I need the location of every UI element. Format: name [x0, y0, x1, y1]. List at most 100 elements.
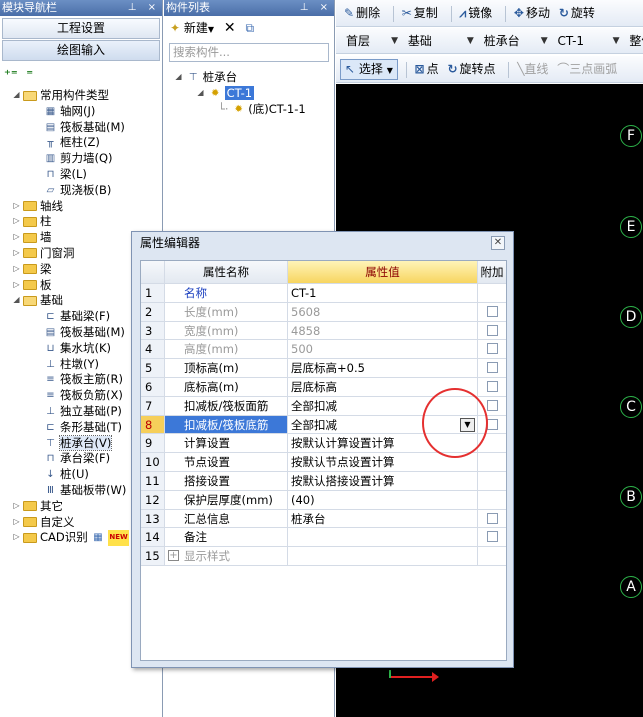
tree-folder[interactable]: ▷ 柱	[0, 214, 162, 230]
type-select[interactable]: 桩承台 ▼	[478, 31, 548, 51]
expand-icon[interactable]: ▷	[12, 501, 21, 511]
collapse-icon[interactable]: ◢	[196, 88, 205, 98]
cursor-icon: ↖	[345, 62, 356, 76]
component-tree-item[interactable]: ◢ ⊤ 桩承台	[174, 70, 332, 86]
collapse-icon[interactable]: ◢	[12, 296, 21, 305]
separator	[505, 5, 507, 22]
extra-checkbox[interactable]	[486, 362, 498, 374]
tree-item[interactable]: ▥ 剪力墙(Q)	[0, 151, 162, 167]
chevron-down-icon: ▼	[612, 36, 620, 46]
property-row[interactable]: 4 高度(mm) 500	[141, 340, 506, 360]
tree-item[interactable]: ▦ 轴网(J)	[0, 104, 162, 120]
tree-label: 条形基础(T)	[60, 419, 122, 434]
extra-checkbox[interactable]	[486, 381, 498, 392]
collapse-icon[interactable]: ◢	[174, 73, 183, 82]
component-tree-item[interactable]: └· ✹ (底)CT-1-1	[174, 102, 332, 118]
property-extra-cell	[478, 322, 506, 340]
category-select[interactable]: 基础 ▼	[402, 31, 474, 51]
new-icon[interactable]: ✦	[170, 21, 180, 35]
extra-checkbox[interactable]	[486, 305, 498, 317]
new-button[interactable]: 新建	[184, 21, 208, 35]
tree-item[interactable]: ╥ 框柱(Z)	[0, 135, 162, 151]
move-button[interactable]: ✥ 移动	[514, 0, 550, 26]
property-row[interactable]: 1 名称 CT-1	[141, 284, 506, 303]
collapse-all-icon[interactable]: ⁼	[26, 68, 33, 83]
tree-item[interactable]: ▤ 筏板基础(M)	[0, 120, 162, 136]
extra-checkbox[interactable]	[486, 418, 498, 430]
pile-cap-icon: ⊤	[46, 437, 55, 449]
expand-icon[interactable]: ▷	[12, 248, 21, 258]
tree-folder[interactable]: ◢ 常用构件类型	[0, 88, 162, 104]
arc-button[interactable]: ⌒三点画弧	[557, 56, 617, 82]
component-toolbar: ✦ 新建▼ ✕ ⧉	[164, 16, 334, 40]
expand-icon[interactable]: +	[168, 550, 179, 562]
extra-select[interactable]: 整体	[623, 31, 643, 51]
property-value-cell[interactable]: CT-1	[288, 284, 478, 302]
extra-checkbox[interactable]	[486, 531, 498, 543]
property-value-cell[interactable]: 500	[288, 340, 478, 359]
rotate-button[interactable]: ↻ 旋转	[559, 0, 595, 26]
property-row[interactable]: 11 搭接设置 按默认搭接设置计算	[141, 472, 506, 491]
pane-pin-close-icons[interactable]: ⊥ ×	[128, 0, 160, 16]
extra-checkbox[interactable]	[486, 512, 498, 524]
property-value-cell[interactable]: (40)	[288, 490, 478, 509]
expand-icon[interactable]: ▷	[12, 533, 21, 542]
select-button[interactable]: ↖ 选择 ▼	[340, 59, 398, 80]
project-settings-button[interactable]: 工程设置	[2, 18, 160, 39]
expand-icon[interactable]: ▷	[12, 217, 21, 226]
drawing-input-button[interactable]: 绘图输入	[2, 40, 160, 61]
property-row[interactable]: 5 顶标高(m) 层底标高+0.5	[141, 359, 506, 378]
property-row[interactable]: 13 汇总信息 桩承台	[141, 509, 506, 529]
extra-checkbox[interactable]	[486, 343, 498, 355]
property-value-cell[interactable]: 层底标高+0.5	[288, 359, 478, 377]
extra-checkbox[interactable]	[486, 324, 498, 336]
expand-icon[interactable]: ▷	[12, 201, 21, 211]
pile-cap-icon: ⊤	[188, 72, 198, 83]
chevron-down-icon: ▼	[540, 36, 548, 46]
copy-icon[interactable]: ⧉	[245, 21, 254, 35]
property-row[interactable]: 2 长度(mm) 5608	[141, 302, 506, 322]
property-value-cell[interactable]: 桩承台	[288, 509, 478, 528]
axis-label-e: E	[620, 216, 642, 238]
mirror-icon: ⩘	[459, 6, 467, 20]
pane-pin-close-icons[interactable]: ⊥ ×	[300, 0, 332, 16]
dialog-title-bar: 属性编辑器 ✕	[132, 232, 513, 254]
point-button[interactable]: ⊠ 点	[415, 56, 439, 82]
expand-all-icon[interactable]: ⁺⁼	[4, 68, 18, 83]
collapse-icon[interactable]: ◢	[12, 91, 21, 100]
line-button[interactable]: ╲直线	[517, 56, 548, 82]
property-value-cell[interactable]: 4858	[288, 321, 478, 340]
property-row[interactable]: 12 保护层厚度(mm) (40)	[141, 490, 506, 510]
component-tree-item[interactable]: ◢ ✹ CT-1	[174, 85, 332, 102]
expand-icon[interactable]: ▷	[12, 264, 21, 274]
property-row[interactable]: 15 + 显示样式	[141, 547, 506, 566]
row-index: 14	[141, 528, 165, 547]
floor-select[interactable]: 首层 ▼	[340, 31, 398, 51]
copy-button[interactable]: ✂ 复制	[402, 0, 438, 26]
delete-icon[interactable]: ✕	[224, 20, 236, 36]
property-value-cell[interactable]: 按默认搭接设置计算	[288, 472, 478, 490]
expand-icon[interactable]: ▷	[12, 280, 21, 290]
tree-item[interactable]: ⊓ 梁(L)	[0, 167, 162, 183]
close-button[interactable]: ✕	[491, 236, 505, 250]
extra-checkbox[interactable]	[486, 399, 498, 411]
column-icon: ╥	[47, 137, 54, 149]
expand-icon[interactable]: ▷	[12, 233, 21, 242]
chevron-down-icon[interactable]: ▼	[208, 25, 214, 34]
property-value-cell[interactable]	[288, 547, 478, 565]
property-row[interactable]: 3 宽度(mm) 4858	[141, 321, 506, 341]
tree-item[interactable]: ▱ 现浇板(B)	[0, 183, 162, 199]
expand-icon[interactable]: ▷	[12, 517, 21, 527]
tree-folder[interactable]: ▷ 轴线	[0, 199, 162, 215]
tree-label: 轴网(J)	[60, 103, 96, 118]
cad-icon: ▦	[93, 532, 103, 544]
component-select[interactable]: CT-1 ▼	[551, 31, 619, 51]
property-value-cell[interactable]: 5608	[288, 302, 478, 321]
delete-button[interactable]: ✎ 删除	[344, 0, 380, 26]
mirror-button[interactable]: ⩘ 镜像	[459, 0, 492, 26]
rotate-point-button[interactable]: ↻ 旋转点	[447, 56, 495, 82]
property-row[interactable]: 14 备注	[141, 528, 506, 548]
search-input[interactable]: 搜索构件...	[169, 43, 329, 62]
property-value-cell[interactable]	[288, 528, 478, 547]
property-value-text: 层底标高+0.5	[291, 361, 365, 376]
